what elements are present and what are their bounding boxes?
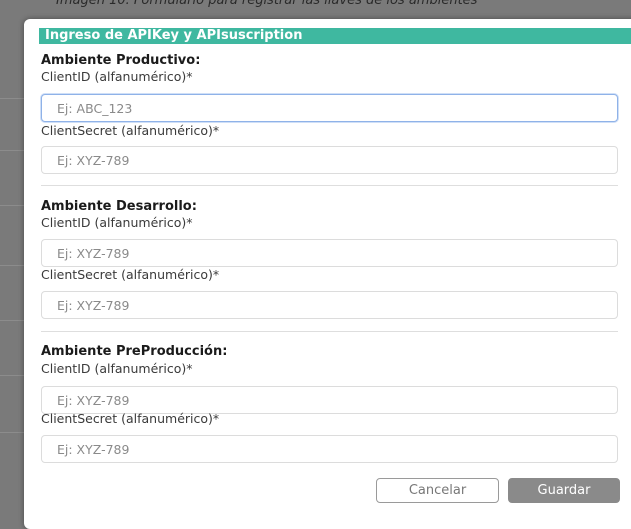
modal-title: Ingreso de APIKey y APIsuscription bbox=[39, 28, 631, 44]
section-divider bbox=[41, 185, 618, 186]
background-divider bbox=[0, 432, 24, 433]
client-id-input-preproduccion[interactable] bbox=[41, 386, 618, 414]
client-id-label-productivo: ClientID (alfanumérico)* bbox=[41, 69, 193, 84]
background-divider bbox=[0, 265, 24, 266]
client-secret-label-productivo: ClientSecret (alfanumérico)* bbox=[41, 123, 220, 138]
section-divider bbox=[41, 331, 618, 332]
client-id-input-desarrollo[interactable] bbox=[41, 239, 618, 267]
api-keys-modal: Ingreso de APIKey y APIsuscription Ambie… bbox=[24, 19, 631, 529]
figure-caption: Imagen 10. Formulario para registrar las… bbox=[56, 0, 478, 8]
client-secret-label-preproduccion: ClientSecret (alfanumérico)* bbox=[41, 411, 220, 426]
section-title-desarrollo: Ambiente Desarrollo: bbox=[41, 199, 197, 214]
client-id-label-preproduccion: ClientID (alfanumérico)* bbox=[41, 361, 193, 376]
background-divider bbox=[0, 320, 24, 321]
background-divider bbox=[0, 375, 24, 376]
background-divider bbox=[0, 98, 24, 99]
client-secret-input-productivo[interactable] bbox=[41, 146, 618, 174]
background-divider bbox=[0, 205, 24, 206]
client-secret-input-desarrollo[interactable] bbox=[41, 291, 618, 319]
client-secret-input-preproduccion[interactable] bbox=[41, 435, 618, 463]
save-button[interactable]: Guardar bbox=[508, 478, 620, 503]
background-divider bbox=[0, 150, 24, 151]
client-secret-label-desarrollo: ClientSecret (alfanumérico)* bbox=[41, 267, 220, 282]
client-id-label-desarrollo: ClientID (alfanumérico)* bbox=[41, 215, 193, 230]
client-id-input-productivo[interactable] bbox=[41, 94, 618, 122]
section-title-preproduccion: Ambiente PreProducción: bbox=[41, 344, 228, 359]
section-title-productivo: Ambiente Productivo: bbox=[41, 53, 201, 68]
cancel-button[interactable]: Cancelar bbox=[376, 478, 499, 503]
